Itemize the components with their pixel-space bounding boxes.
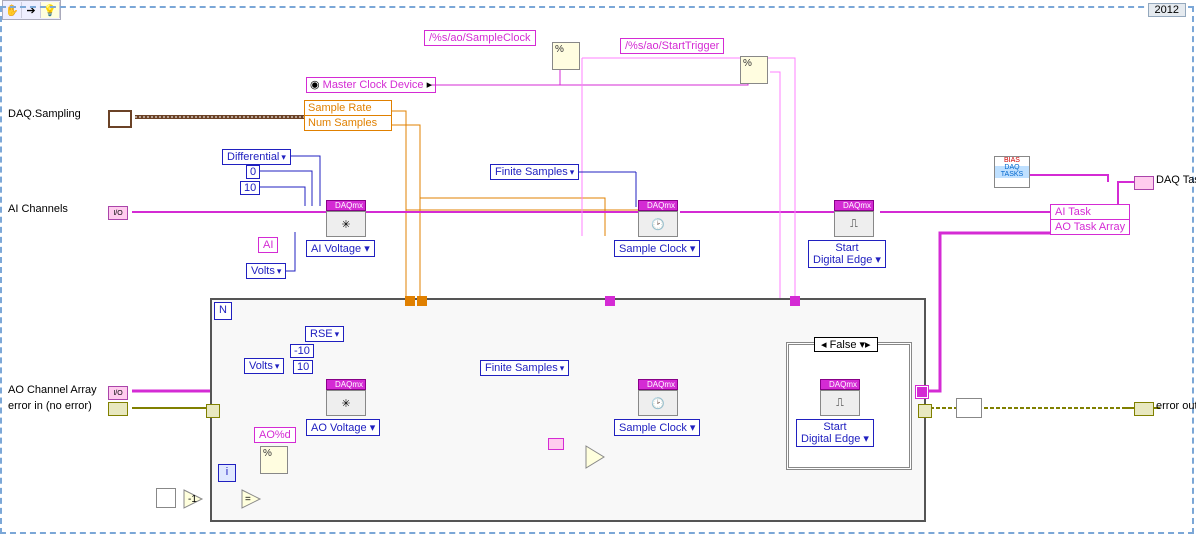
equal-node[interactable]: =	[240, 488, 262, 510]
daq-sampling-label: DAQ.Sampling	[8, 108, 81, 120]
loop-count-terminal: N	[214, 302, 232, 320]
start-digital-edge-selector-ai[interactable]: Start Digital Edge ▾	[808, 240, 886, 268]
auto-index-out-tunnel	[916, 386, 928, 398]
differential-ring[interactable]: Differential▾	[222, 149, 291, 165]
labview-version-label: 2012	[1148, 3, 1186, 17]
volts-ring[interactable]: Volts▾	[246, 263, 286, 279]
loop-iteration-terminal: i	[218, 464, 236, 482]
ao-format-string[interactable]: AO%d	[254, 427, 296, 443]
ai-voltage-selector[interactable]: AI Voltage ▾	[306, 240, 375, 257]
create-channel-icon: ✳	[341, 397, 350, 410]
daq-sampling-terminal	[108, 110, 132, 128]
ai-max-const[interactable]: 10	[240, 181, 260, 195]
tunnel-clock-src	[605, 296, 615, 306]
ai-min-const[interactable]: 0	[246, 165, 260, 179]
ai-channels-terminal: I/O	[108, 206, 128, 220]
select-node[interactable]	[584, 444, 606, 466]
unbundle-by-name-node[interactable]: Sample Rate Num Samples	[304, 100, 392, 131]
daq-tasks-terminal	[1134, 176, 1154, 190]
decrement-node[interactable]: -1	[182, 488, 204, 510]
sample-clock-selector-ao[interactable]: Sample Clock ▾	[614, 419, 700, 436]
daqmx-create-channel-ao[interactable]: DAQmx ✳	[326, 379, 366, 416]
ao-voltage-selector[interactable]: AO Voltage ▾	[306, 419, 380, 436]
ai-name-string[interactable]: AI	[258, 237, 278, 253]
clock-icon: 🕑	[651, 218, 665, 231]
ao-channel-array-terminal: I/O	[108, 386, 128, 400]
error-out-label: error out	[1156, 400, 1196, 412]
merge-errors-node[interactable]	[956, 398, 982, 418]
trigger-icon: ⎍	[850, 218, 858, 231]
unbundle-sample-rate: Sample Rate	[305, 101, 391, 116]
format-into-string-sampleclock[interactable]	[552, 42, 580, 70]
ai-channels-label: AI Channels	[8, 203, 68, 215]
error-in-label: error in (no error)	[8, 400, 92, 412]
unbundle-num-samples: Num Samples	[305, 116, 391, 130]
daqmx-trigger-ao[interactable]: DAQmx ⎍	[820, 379, 860, 416]
shift-register-left	[206, 404, 220, 418]
error-in-terminal	[108, 402, 128, 416]
rse-ring[interactable]: RSE▾	[305, 326, 344, 342]
clock-icon: 🕑	[651, 397, 665, 410]
format-into-string-ao[interactable]	[260, 446, 288, 474]
ao-max-const[interactable]: 10	[293, 360, 313, 374]
sample-clock-format-string[interactable]: /%s/ao/SampleClock	[424, 30, 536, 46]
shift-register-right	[918, 404, 932, 418]
bundle-by-name-node[interactable]: AI Task AO Task Array	[1050, 204, 1130, 235]
finite-samples-ring-ao[interactable]: Finite Samples▾	[480, 360, 569, 376]
svg-text:=: =	[245, 494, 251, 505]
tunnel-trigger-src	[790, 296, 800, 306]
sample-clock-selector-ai[interactable]: Sample Clock ▾	[614, 240, 700, 257]
format-into-string-starttrigger[interactable]	[740, 56, 768, 84]
bias-daq-tasks-typedef[interactable]: BIAS DAQ TASKS	[994, 156, 1030, 188]
daqmx-timing-ao[interactable]: DAQmx 🕑	[638, 379, 678, 416]
start-trigger-format-string[interactable]: /%s/ao/StartTrigger	[620, 38, 724, 54]
svg-text:-1: -1	[188, 494, 197, 505]
master-clock-device-label: Master Clock Device	[323, 79, 424, 91]
start-digital-edge-selector-ao[interactable]: Start Digital Edge ▾	[796, 419, 874, 447]
bundle-ao-task-array: AO Task Array	[1051, 220, 1129, 234]
trigger-icon: ⎍	[836, 397, 844, 410]
error-out-terminal	[1134, 402, 1154, 416]
array-size-node[interactable]	[156, 488, 176, 508]
daqmx-trigger-ai[interactable]: DAQmx ⎍	[834, 200, 874, 237]
case-selector[interactable]: ◂ False ▾▸	[814, 337, 878, 352]
create-channel-icon: ✳	[341, 218, 350, 231]
tunnel-num-samples	[417, 296, 427, 306]
daqmx-create-channel-ai[interactable]: DAQmx ✳	[326, 200, 366, 237]
volts-ring-ao[interactable]: Volts▾	[244, 358, 284, 374]
finite-samples-ring-ai[interactable]: Finite Samples▾	[490, 164, 579, 180]
master-clock-device-control[interactable]: ◉ Master Clock Device ▸	[306, 78, 436, 91]
ao-min-const[interactable]: -10	[290, 344, 314, 358]
bundle-ai-task: AI Task	[1051, 205, 1129, 220]
ao-channel-array-label: AO Channel Array	[8, 384, 97, 396]
empty-string-const[interactable]	[548, 438, 564, 450]
tunnel-sample-rate	[405, 296, 415, 306]
daq-tasks-label: DAQ Tasks	[1156, 174, 1196, 186]
daqmx-timing-ai[interactable]: DAQmx 🕑	[638, 200, 678, 237]
labview-block-diagram: ✋ ➔ 💡 2012 DAQ.Sampling AI Channels I/O …	[0, 0, 1196, 535]
